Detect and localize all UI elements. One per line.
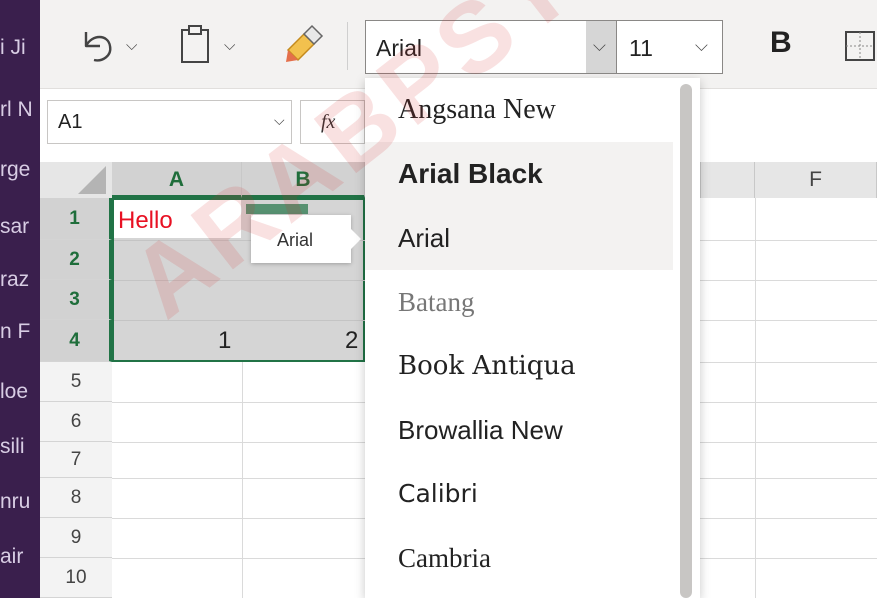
font-option-calibri[interactable]: Calibri [365, 462, 673, 526]
grid-line [700, 280, 877, 281]
strip-text: sili [0, 435, 25, 458]
chevron-down-icon[interactable]: ⌵ [274, 113, 285, 129]
row-header-5[interactable]: 5 [40, 362, 112, 402]
strip-text: rl N [0, 98, 33, 121]
grid-line [700, 320, 877, 321]
font-option-angsana-new[interactable]: Angsana New [365, 78, 673, 142]
column-header-a[interactable]: A [112, 162, 242, 198]
strip-text: raz [0, 268, 30, 291]
background-window-strip: i Ji rl N rge sar raz n F loe sili nru a… [0, 0, 40, 598]
cell-a1[interactable]: Hello [114, 200, 241, 238]
row-header-2[interactable]: 2 [40, 240, 112, 280]
select-all-corner[interactable] [40, 162, 112, 198]
grid-line [755, 198, 756, 598]
row-header-1[interactable]: 1 [40, 198, 112, 240]
font-name-combobox[interactable]: Arial ⌵ [365, 20, 617, 74]
font-name-value: Arial [376, 35, 423, 61]
font-option-book-antiqua[interactable]: Book Antiqua [365, 334, 673, 398]
paste-dropdown-chevron-icon[interactable]: ⌵ [224, 36, 235, 54]
scrollbar-thumb[interactable] [680, 84, 692, 598]
cell-b1-value-partial[interactable] [246, 204, 308, 214]
tooltip-pointer [349, 227, 361, 251]
row-header-3[interactable]: 3 [40, 280, 112, 320]
row-header-8[interactable]: 8 [40, 478, 112, 518]
grid-line [700, 240, 877, 241]
grid-line [114, 280, 365, 281]
clipboard-icon[interactable] [178, 24, 212, 66]
name-box[interactable]: A1 ⌵ [47, 100, 292, 144]
strip-text: sar [0, 215, 30, 238]
fx-icon: fx [321, 111, 336, 133]
font-list-scrollbar[interactable] [680, 84, 696, 598]
insert-function-button[interactable]: fx [300, 100, 365, 144]
font-size-value: 11 [629, 35, 653, 61]
name-box-value: A1 [58, 111, 83, 133]
grid-line [700, 362, 877, 363]
font-preview-tooltip: Arial [251, 215, 351, 263]
chevron-down-icon[interactable]: ⌵ [695, 36, 708, 56]
cell-b4-value[interactable]: 2 [345, 327, 358, 355]
font-size-combobox[interactable]: 11 ⌵ [617, 20, 723, 74]
font-name-dropdown-button[interactable]: ⌵ [586, 21, 616, 73]
row-header-9[interactable]: 9 [40, 518, 112, 558]
strip-text: i Ji [0, 36, 26, 59]
bold-button[interactable]: B [770, 26, 792, 60]
cell-a4-value[interactable]: 1 [218, 327, 231, 355]
column-header-b[interactable]: B [242, 162, 365, 198]
row-header-6[interactable]: 6 [40, 402, 112, 442]
tooltip-label: Arial [277, 230, 314, 250]
row-header-4[interactable]: 4 [40, 320, 112, 362]
row-header-10[interactable]: 10 [40, 558, 112, 598]
chevron-down-icon: ⌵ [593, 36, 606, 56]
format-painter-icon[interactable] [282, 24, 324, 66]
cell-a1-value: Hello [118, 207, 173, 234]
font-dropdown-list[interactable]: Angsana New Arial Black Arial Batang Boo… [365, 78, 700, 598]
borders-icon[interactable] [840, 26, 877, 66]
grid-line [114, 320, 365, 321]
strip-text: n F [0, 320, 31, 343]
row-header-7[interactable]: 7 [40, 442, 112, 478]
font-option-arial[interactable]: Arial [365, 206, 673, 270]
toolbar-separator [347, 22, 348, 70]
select-all-triangle-icon [78, 166, 106, 194]
font-option-cambria[interactable]: Cambria [365, 526, 673, 590]
strip-text: nru [0, 490, 31, 513]
strip-text: air [0, 545, 24, 568]
column-header-f[interactable]: F [755, 162, 877, 198]
font-option-arial-black[interactable]: Arial Black [365, 142, 673, 206]
font-option-batang[interactable]: Batang [365, 270, 673, 334]
undo-icon[interactable] [78, 26, 114, 66]
undo-dropdown-chevron-icon[interactable]: ⌵ [126, 36, 137, 54]
column-header-e[interactable] [700, 162, 755, 198]
strip-text: rge [0, 158, 31, 181]
font-option-browallia-new[interactable]: Browallia New [365, 398, 673, 462]
strip-text: loe [0, 380, 29, 403]
